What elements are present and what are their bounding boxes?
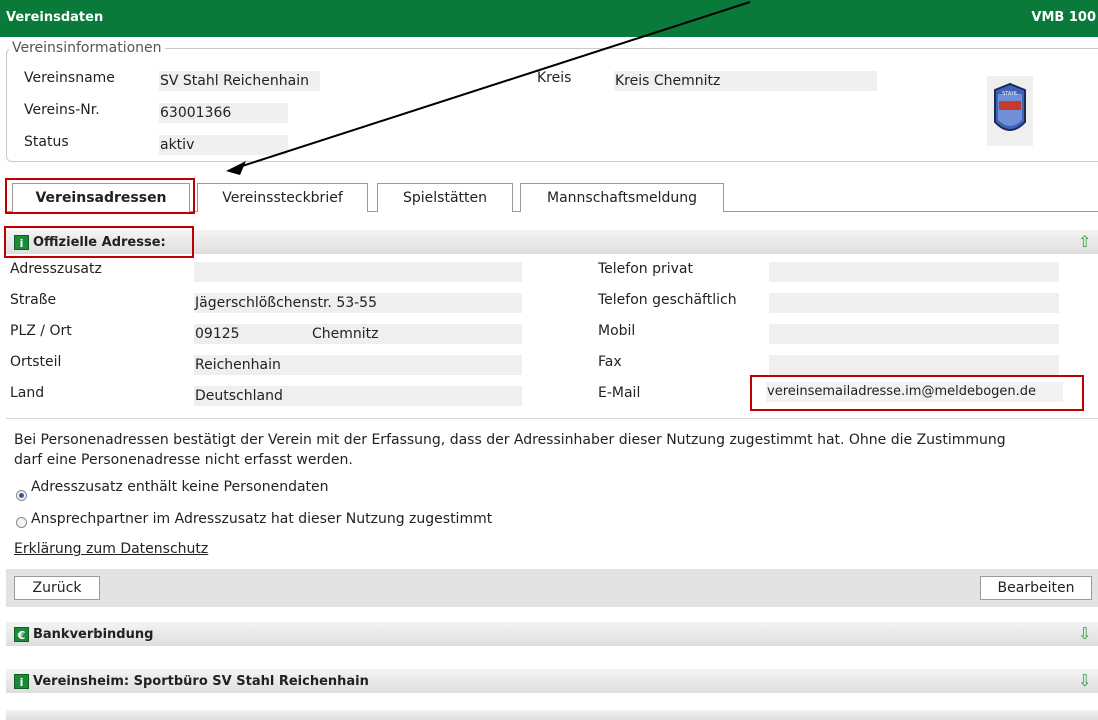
kreis-label: Kreis: [537, 70, 572, 86]
button-bar: [6, 569, 1098, 607]
contact-value-tel-privat: [769, 262, 1059, 282]
expand-down-icon[interactable]: ⇩: [1078, 671, 1091, 690]
contact-value-mobil: [769, 324, 1059, 344]
kreis-value: Kreis Chemnitz: [614, 71, 877, 91]
info-icon: i: [14, 674, 29, 689]
expand-down-icon[interactable]: ⇩: [1078, 624, 1091, 643]
info-icon: i: [14, 235, 29, 250]
collapse-up-icon[interactable]: ⇧: [1078, 232, 1091, 251]
page-title: Vereinsdaten: [6, 10, 104, 25]
contact-value-email: vereinsemailadresse.im@meldebogen.de: [766, 382, 1063, 402]
contact-label-fax: Fax: [598, 354, 622, 370]
club-info-legend: Vereinsinformationen: [12, 40, 162, 56]
tab-spielstaetten[interactable]: Spielstätten: [377, 183, 513, 212]
address-value-zusatz: [194, 262, 522, 282]
clubhouse-section-title: Vereinsheim: Sportbüro SV Stahl Reichenh…: [33, 674, 369, 689]
edit-button[interactable]: Bearbeiten: [980, 576, 1092, 600]
next-section-header[interactable]: [6, 710, 1098, 720]
address-label-land: Land: [10, 385, 45, 401]
form-code: VMB 100: [1031, 10, 1096, 25]
tab-vereinssteckbrief[interactable]: Vereinssteckbrief: [197, 183, 368, 212]
address-label-ortsteil: Ortsteil: [10, 354, 62, 370]
address-label-plz-ort: PLZ / Ort: [10, 323, 72, 339]
title-bar: Vereinsdaten VMB 100: [0, 0, 1098, 37]
club-number-value: 63001366: [159, 103, 288, 123]
back-button[interactable]: Zurück: [14, 576, 100, 600]
contact-label-tel-privat: Telefon privat: [598, 261, 693, 277]
address-value-strasse: Jägerschlößchenstr. 53-55: [194, 293, 522, 313]
bank-section-header[interactable]: [6, 622, 1098, 646]
euro-icon: €: [14, 627, 29, 642]
address-label-zusatz: Adresszusatz: [10, 261, 102, 277]
city-value: Chemnitz: [312, 326, 379, 342]
status-value: aktiv: [159, 135, 288, 155]
club-name-value: SV Stahl Reichenhain: [159, 71, 320, 91]
consent-text: Bei Personenadressen bestätigt der Verei…: [14, 430, 1098, 470]
consent-text-line-2: darf eine Personenadresse nicht erfasst …: [14, 452, 353, 468]
address-section-title: Offizielle Adresse:: [33, 235, 166, 250]
address-value-land: Deutschland: [194, 386, 522, 406]
radio-no-personal-data[interactable]: [16, 490, 27, 501]
tab-vereinsadressen[interactable]: Vereinsadressen: [12, 183, 190, 212]
club-logo: STAHL: [987, 76, 1033, 146]
address-label-strasse: Straße: [10, 292, 57, 308]
contact-value-tel-geschaeftlich: [769, 293, 1059, 313]
contact-label-email: E-Mail: [598, 385, 641, 401]
divider: [6, 418, 1098, 419]
tab-mannschaftsmeldung[interactable]: Mannschaftsmeldung: [520, 183, 724, 212]
address-value-plz-ort: 09125 Chemnitz: [194, 324, 522, 344]
postal-code-value: 09125: [195, 326, 240, 342]
consent-text-line-1: Bei Personenadressen bestätigt der Verei…: [14, 432, 1006, 448]
contact-label-mobil: Mobil: [598, 323, 636, 339]
address-value-ortsteil: Reichenhain: [194, 355, 522, 375]
radio-no-personal-data-label[interactable]: Adresszusatz enthält keine Personendaten: [31, 479, 329, 495]
club-name-label: Vereinsname: [24, 70, 115, 86]
radio-contact-consented[interactable]: [16, 517, 27, 528]
contact-value-fax: [769, 355, 1059, 375]
bank-section-title: Bankverbindung: [33, 627, 154, 642]
privacy-link[interactable]: Erklärung zum Datenschutz: [14, 541, 208, 557]
status-label: Status: [24, 134, 69, 150]
svg-text:STAHL: STAHL: [1002, 91, 1018, 97]
radio-contact-consented-label[interactable]: Ansprechpartner im Adresszusatz hat dies…: [31, 511, 492, 527]
club-number-label: Vereins-Nr.: [24, 102, 100, 118]
contact-label-tel-geschaeftlich: Telefon geschäftlich: [598, 292, 737, 308]
